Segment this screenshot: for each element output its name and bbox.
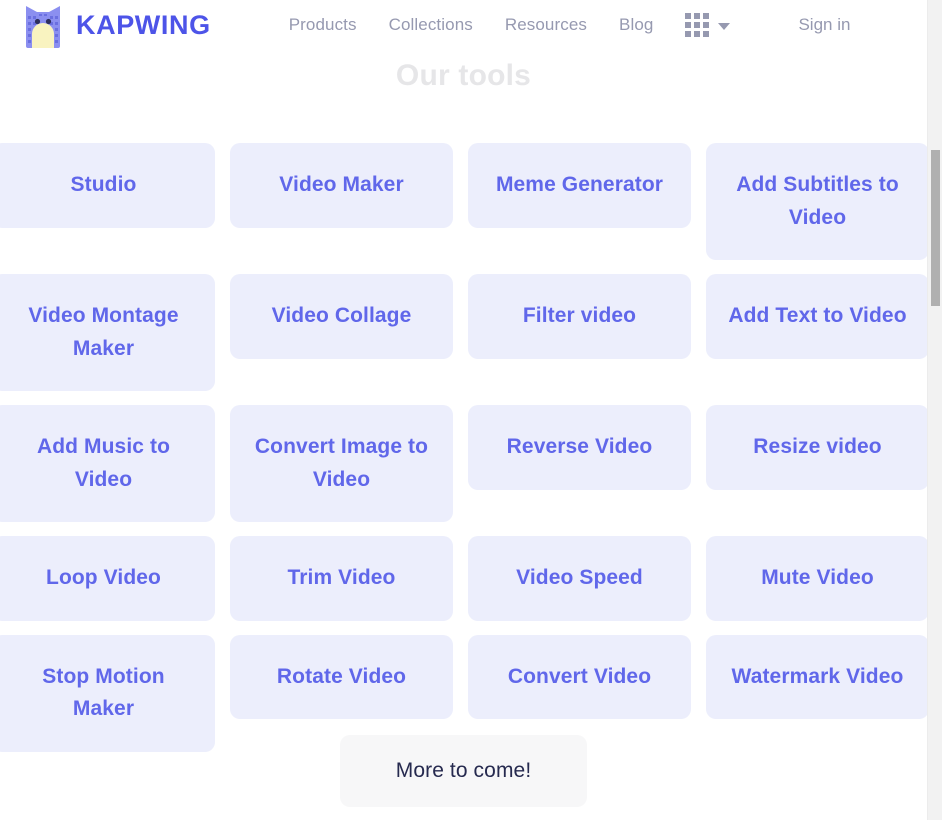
tool-card[interactable]: Resize video: [706, 405, 927, 490]
tool-card[interactable]: Meme Generator: [468, 143, 691, 228]
page-title: Our tools: [395, 59, 532, 92]
brand-home-link[interactable]: KAPWING: [24, 2, 211, 48]
primary-nav-links: Products Collections Resources Blog Sign…: [289, 13, 850, 37]
grid-apps-icon: [685, 13, 710, 37]
tool-card[interactable]: Video Speed: [468, 536, 691, 621]
vertical-scrollbar-track[interactable]: [927, 0, 942, 820]
tool-card[interactable]: Add Text to Video: [706, 274, 927, 359]
tool-card[interactable]: Rotate Video: [230, 634, 453, 720]
page-root: KAPWING Products Collections Resources B…: [0, 0, 927, 820]
tool-card[interactable]: Loop Video: [0, 536, 215, 621]
nav-link-collections[interactable]: Collections: [389, 15, 473, 35]
tool-card[interactable]: Add Subtitles to Video: [706, 143, 927, 261]
tool-card[interactable]: Mute Video: [706, 536, 927, 621]
vertical-scrollbar-thumb[interactable]: [931, 150, 940, 306]
tool-card[interactable]: Convert Video: [468, 634, 691, 720]
tool-card[interactable]: Trim Video: [230, 536, 453, 621]
brand-wordmark: KAPWING: [76, 9, 211, 40]
nav-link-blog[interactable]: Blog: [619, 15, 653, 35]
nav-link-resources[interactable]: Resources: [505, 15, 587, 35]
tool-card[interactable]: Reverse Video: [468, 405, 691, 490]
sign-in-link[interactable]: Sign in: [798, 15, 850, 35]
apps-menu-button[interactable]: [685, 13, 731, 37]
tool-card[interactable]: Convert Image to Video: [230, 405, 453, 523]
nav-link-products[interactable]: Products: [289, 15, 357, 35]
cat-logo-icon: [26, 6, 60, 48]
tool-card[interactable]: Video Montage Maker: [0, 274, 215, 392]
tool-card[interactable]: Video Collage: [230, 274, 453, 359]
tool-card[interactable]: Video Maker: [230, 143, 453, 228]
tool-card[interactable]: Add Music to Video: [0, 405, 215, 523]
tool-card[interactable]: Studio: [0, 143, 215, 228]
more-to-come-container: More to come!: [0, 735, 927, 807]
chevron-down-icon: [718, 23, 731, 30]
tool-card[interactable]: Filter video: [468, 274, 691, 359]
more-to-come-button[interactable]: More to come!: [339, 735, 588, 807]
top-navigation-bar: KAPWING Products Collections Resources B…: [0, 0, 927, 50]
tool-card[interactable]: Watermark Video: [706, 634, 927, 720]
tools-grid: Studio Video Maker Meme Generator Add Subti…: [0, 143, 927, 766]
